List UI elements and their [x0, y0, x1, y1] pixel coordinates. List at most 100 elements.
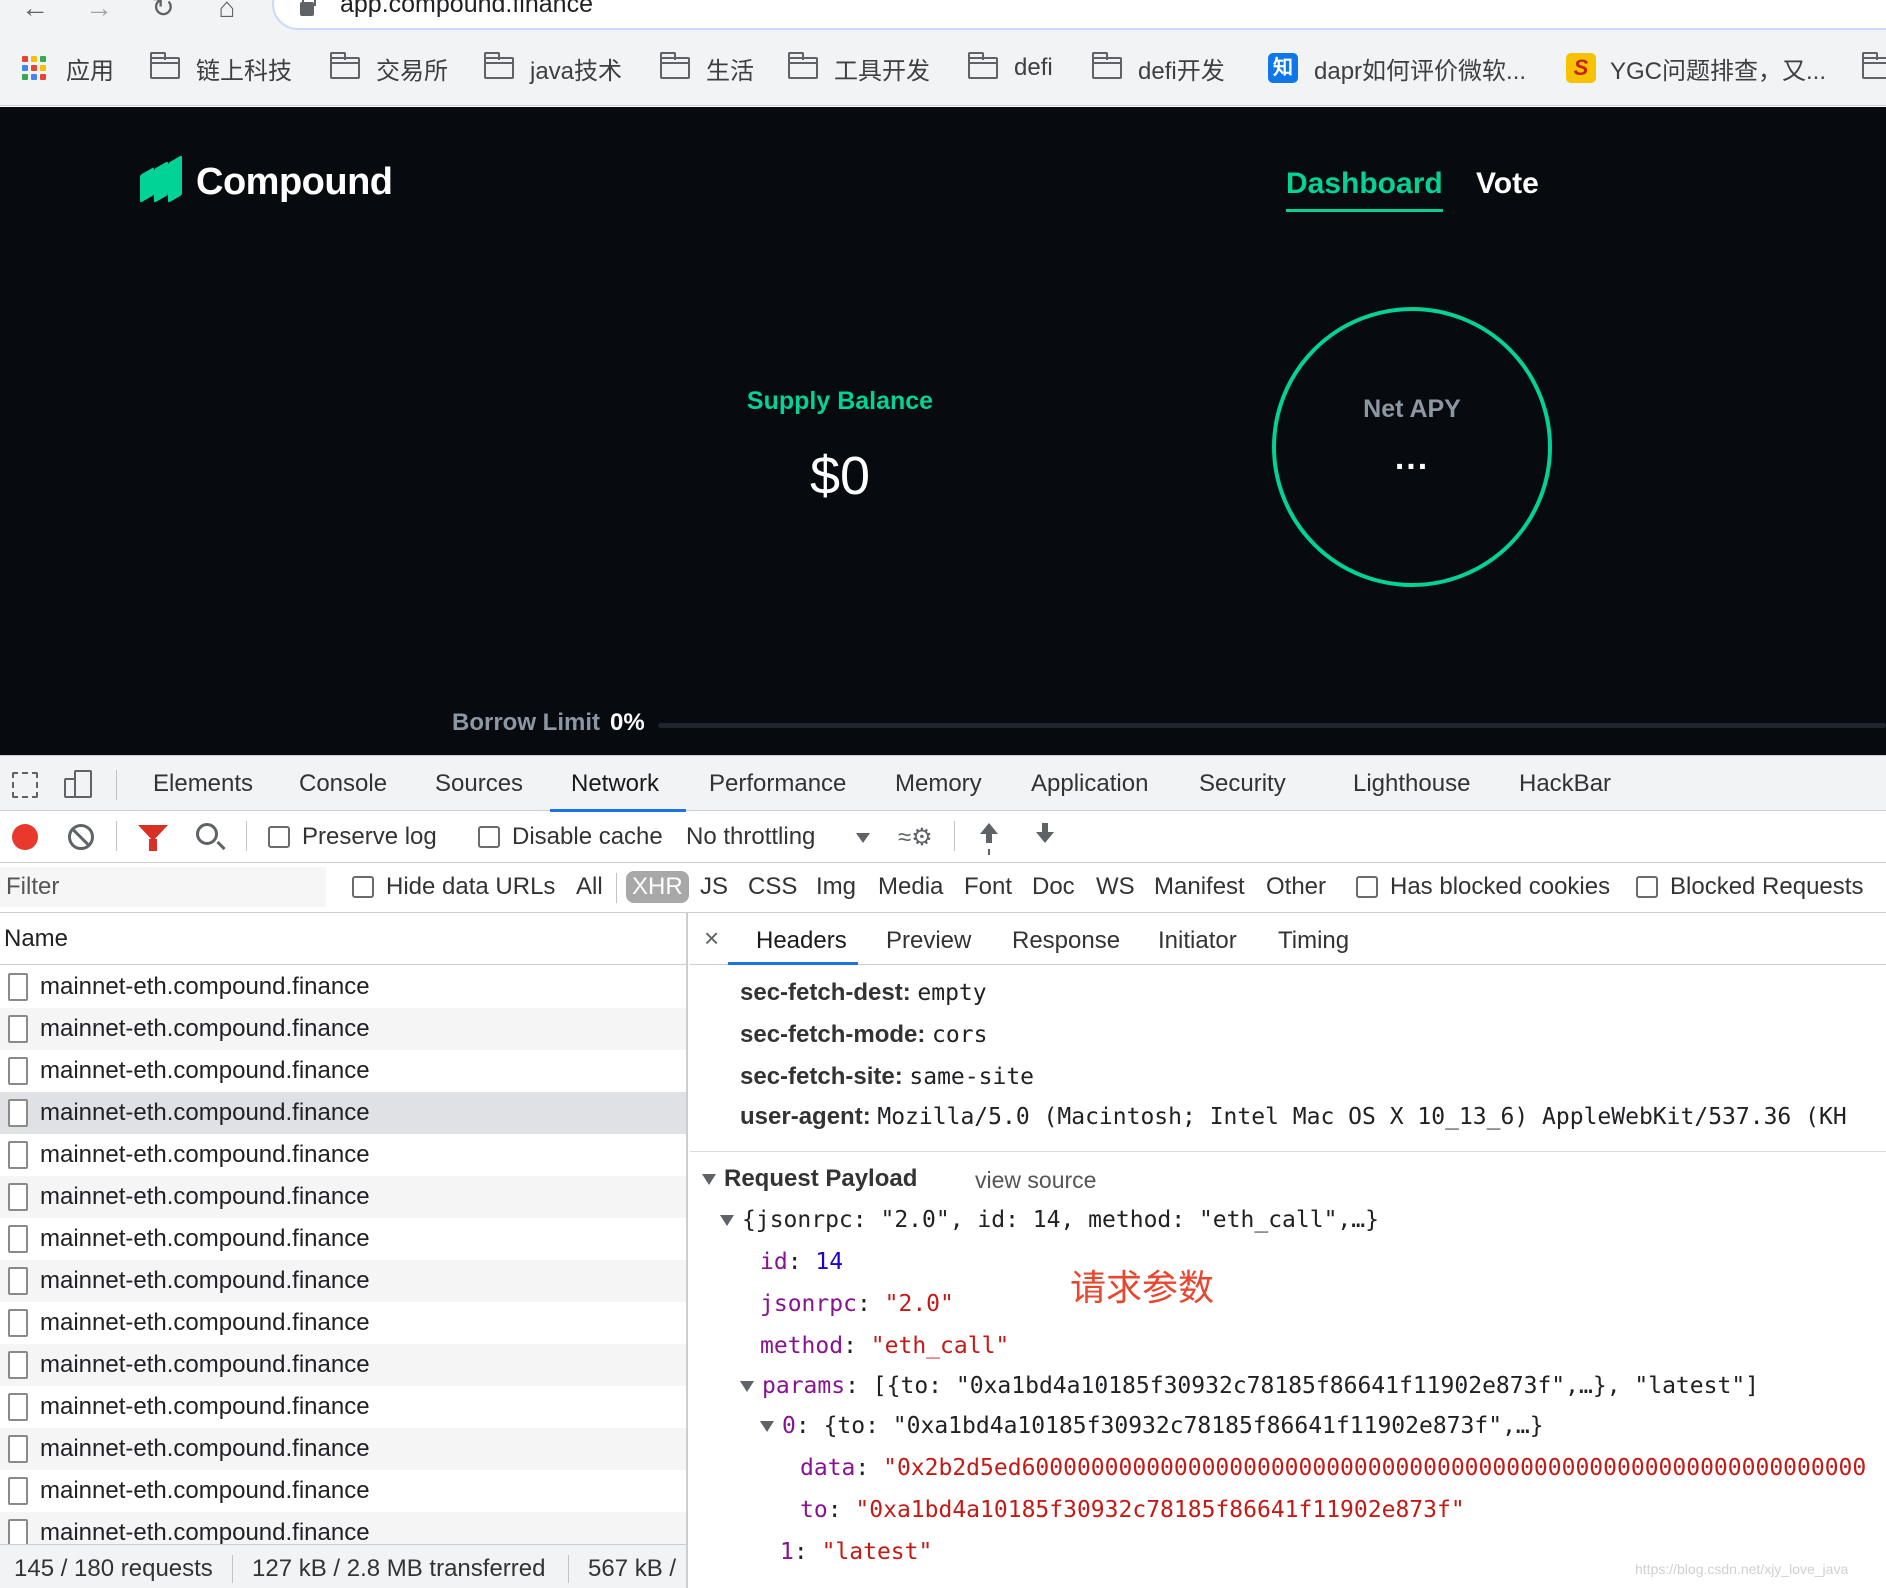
device-toolbar-icon[interactable]	[64, 770, 94, 800]
url-text[interactable]: app.compound.finance	[340, 0, 593, 19]
forward-arrow-icon[interactable]: →	[82, 0, 116, 22]
has-blocked-cookies-checkbox[interactable]: Has blocked cookies	[1356, 873, 1610, 901]
tab-preview[interactable]: Preview	[886, 927, 971, 955]
filter-type-media[interactable]: Media	[878, 873, 943, 901]
request-row[interactable]: mainnet-eth.compound.finance	[0, 1050, 686, 1092]
blocked-requests-checkbox[interactable]: Blocked Requests	[1636, 873, 1863, 901]
record-icon[interactable]	[12, 824, 38, 850]
param-0-summary: {to: "0xa1bd4a10185f30932c78185f86641f11…	[823, 1413, 1544, 1439]
bookmark-folder[interactable]: java技术	[484, 50, 622, 86]
request-row[interactable]: mainnet-eth.compound.finance	[0, 1176, 686, 1218]
request-payload-title: Request Payload	[724, 1165, 918, 1192]
bookmark-zhihu[interactable]: 知 dapr如何评价微软...	[1268, 50, 1526, 86]
nav-dashboard[interactable]: Dashboard	[1286, 167, 1443, 212]
request-row[interactable]: mainnet-eth.compound.finance	[0, 966, 686, 1008]
request-row[interactable]: mainnet-eth.compound.finance	[0, 1470, 686, 1512]
folder-icon	[968, 52, 998, 79]
request-row[interactable]: mainnet-eth.compound.finance	[0, 1386, 686, 1428]
export-har-icon[interactable]	[1032, 823, 1058, 851]
filter-type-font[interactable]: Font	[964, 873, 1012, 901]
preserve-log-checkbox[interactable]: Preserve log	[268, 823, 437, 851]
filter-type-img[interactable]: Img	[816, 873, 856, 901]
filter-type-ws[interactable]: WS	[1096, 873, 1135, 901]
payload-data: data: "0x2b2d5ed600000000000000000000000…	[800, 1455, 1867, 1481]
bookmark-folder[interactable]: 交易所	[330, 50, 448, 86]
tab-security[interactable]: Security	[1199, 770, 1286, 798]
filter-input[interactable]	[0, 867, 326, 907]
filter-type-all[interactable]: All	[576, 873, 603, 901]
request-row[interactable]: mainnet-eth.compound.finance	[0, 1218, 686, 1260]
filter-type-other[interactable]: Other	[1266, 873, 1326, 901]
hide-data-urls-checkbox[interactable]: Hide data URLs	[352, 873, 555, 901]
chevron-down-icon[interactable]	[856, 833, 870, 843]
tab-response[interactable]: Response	[1012, 927, 1120, 955]
back-arrow-icon[interactable]: ←	[18, 0, 52, 22]
import-har-icon[interactable]	[976, 823, 1002, 851]
filter-type-doc[interactable]: Doc	[1032, 873, 1075, 901]
payload-root-node[interactable]: {jsonrpc: "2.0", id: 14, method: "eth_ca…	[720, 1207, 1379, 1233]
compound-logo[interactable]: Compound	[140, 154, 393, 209]
tab-elements[interactable]: Elements	[153, 770, 253, 798]
tab-sources[interactable]: Sources	[435, 770, 523, 798]
tab-initiator[interactable]: Initiator	[1158, 927, 1237, 955]
tab-headers[interactable]: Headers	[756, 927, 847, 955]
bookmark-site[interactable]: S YGC问题排查，又...	[1566, 50, 1826, 86]
bookmark-apps[interactable]: 应用	[22, 50, 114, 86]
bookmark-folder[interactable]: defi开发	[1092, 50, 1225, 86]
bookmark-folder[interactable]: defi	[968, 50, 1053, 86]
request-row[interactable]: mainnet-eth.compound.finance	[0, 1344, 686, 1386]
request-row[interactable]: mainnet-eth.compound.finance	[0, 1008, 686, 1050]
address-bar[interactable]: app.compound.finance	[272, 0, 1886, 30]
tab-console[interactable]: Console	[299, 770, 387, 798]
close-icon[interactable]: ×	[704, 923, 719, 954]
network-toolbar: Preserve log Disable cache No throttling…	[0, 811, 1886, 863]
zhihu-icon: 知	[1268, 53, 1298, 83]
network-conditions-icon[interactable]: ≈⚙	[898, 823, 934, 851]
json-key: method	[760, 1333, 844, 1359]
tab-hackbar[interactable]: HackBar	[1519, 770, 1611, 798]
bookmark-overflow[interactable]	[1862, 50, 1886, 86]
document-icon	[8, 1519, 28, 1544]
clear-icon[interactable]	[68, 824, 94, 850]
reload-icon[interactable]: ↻	[146, 0, 180, 22]
document-icon	[8, 1393, 28, 1421]
payload-param-0-node[interactable]: 0: {to: "0xa1bd4a10185f30932c78185f86641…	[760, 1413, 1544, 1439]
bookmark-folder[interactable]: 工具开发	[788, 50, 930, 86]
element-picker-icon[interactable]	[12, 772, 38, 798]
filter-icon[interactable]	[138, 825, 168, 851]
bookmark-folder[interactable]: 链上科技	[150, 50, 292, 86]
search-icon[interactable]	[196, 823, 218, 845]
request-row[interactable]: mainnet-eth.compound.finance	[0, 1260, 686, 1302]
request-row[interactable]: mainnet-eth.compound.finance	[0, 1092, 686, 1134]
throttling-select[interactable]: No throttling	[686, 823, 815, 851]
tab-network[interactable]: Network	[571, 770, 659, 798]
request-payload-toggle[interactable]: Request Payload	[702, 1165, 917, 1193]
tab-lighthouse[interactable]: Lighthouse	[1353, 770, 1470, 798]
disable-cache-checkbox[interactable]: Disable cache	[478, 823, 663, 851]
filter-type-js[interactable]: JS	[700, 873, 728, 901]
request-row[interactable]: mainnet-eth.compound.finance	[0, 1134, 686, 1176]
request-detail-panel: × Headers Preview Response Initiator Tim…	[690, 913, 1886, 1588]
nav-vote[interactable]: Vote	[1476, 167, 1539, 201]
request-row[interactable]: mainnet-eth.compound.finance	[0, 1512, 686, 1544]
request-name: mainnet-eth.compound.finance	[40, 1477, 370, 1504]
name-column-header[interactable]: Name	[0, 913, 686, 965]
folder-icon	[330, 52, 360, 79]
tab-timing[interactable]: Timing	[1278, 927, 1349, 955]
filter-type-css[interactable]: CSS	[748, 873, 797, 901]
request-row[interactable]: mainnet-eth.compound.finance	[0, 1302, 686, 1344]
filter-type-xhr[interactable]: XHR	[626, 871, 689, 903]
tab-application[interactable]: Application	[1031, 770, 1148, 798]
view-source-link[interactable]: view source	[975, 1167, 1096, 1194]
bookmark-folder[interactable]: 生活	[660, 50, 754, 86]
tab-performance[interactable]: Performance	[709, 770, 846, 798]
request-name: mainnet-eth.compound.finance	[40, 1435, 370, 1462]
watermark-text: https://blog.csdn.net/xjy_love_java	[1635, 1561, 1849, 1577]
request-row[interactable]: mainnet-eth.compound.finance	[0, 1428, 686, 1470]
filter-type-manifest[interactable]: Manifest	[1154, 873, 1245, 901]
payload-params-node[interactable]: params: [{to: "0xa1bd4a10185f30932c78185…	[740, 1373, 1759, 1399]
home-icon[interactable]: ⌂	[210, 0, 244, 22]
net-apy-label: Net APY	[1363, 395, 1461, 423]
tab-memory[interactable]: Memory	[895, 770, 982, 798]
requests-list[interactable]: mainnet-eth.compound.finance mainnet-eth.…	[0, 966, 686, 1544]
